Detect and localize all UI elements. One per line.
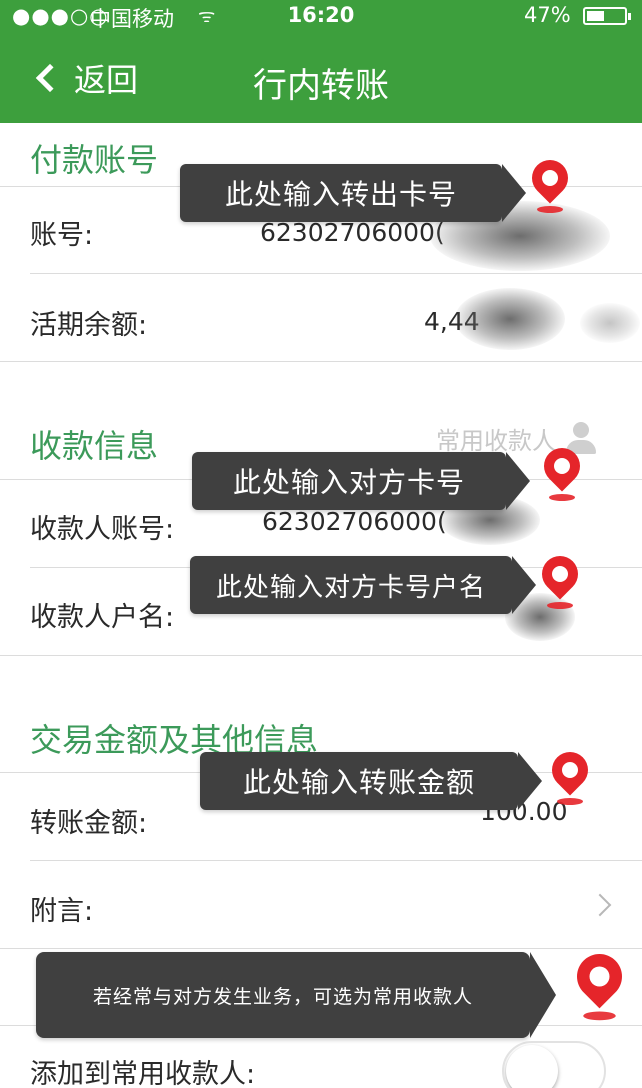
divider — [0, 655, 642, 656]
section-title-payer: 付款账号 — [30, 141, 159, 179]
divider — [30, 273, 642, 274]
location-pin-icon — [524, 152, 576, 218]
payee-account-value[interactable]: 62302706000( — [262, 507, 447, 536]
annotation-payee-card: 此处输入对方卡号 — [192, 452, 530, 510]
divider — [0, 361, 642, 362]
status-bar: ●●●○○ 中国移动 ᯤ 16:20 47% — [0, 0, 642, 31]
location-pin-icon — [567, 944, 632, 1027]
amount-label: 转账金额: — [30, 808, 148, 839]
section-title-payee: 收款信息 — [30, 427, 159, 465]
battery-icon — [583, 7, 631, 25]
balance-label: 活期余额: — [30, 310, 148, 341]
location-pin-icon — [544, 744, 596, 810]
payer-account-label: 账号: — [30, 220, 94, 251]
annotation-favorite-hint: 若经常与对方发生业务，可选为常用收款人 — [36, 952, 556, 1038]
payer-account-value[interactable]: 62302706000( — [260, 218, 445, 247]
annotation-payer-card: 此处输入转出卡号 — [180, 164, 526, 222]
add-favorite-label: 添加到常用收款人: — [30, 1059, 256, 1088]
navigation-bar: 返回 行内转账 — [0, 30, 642, 123]
payee-account-label: 收款人账号: — [30, 514, 175, 545]
chevron-right-icon[interactable] — [588, 893, 612, 917]
battery-percent: 47% — [524, 3, 571, 27]
divider — [30, 860, 642, 861]
note-label: 附言: — [30, 896, 94, 927]
redaction-mask — [580, 303, 640, 343]
location-pin-icon — [534, 548, 586, 614]
page-title: 行内转账 — [253, 66, 389, 106]
annotation-payee-name: 此处输入对方卡号户名 — [190, 556, 536, 614]
annotation-amount: 此处输入转账金额 — [200, 752, 542, 810]
favorite-payees-label: 常用收款人 — [436, 427, 556, 455]
add-favorite-toggle[interactable] — [502, 1041, 606, 1088]
payee-name-label: 收款人户名: — [30, 602, 175, 633]
divider — [0, 948, 642, 949]
redaction-mask — [455, 288, 565, 350]
toggle-knob — [506, 1045, 558, 1088]
location-pin-icon — [536, 440, 588, 506]
